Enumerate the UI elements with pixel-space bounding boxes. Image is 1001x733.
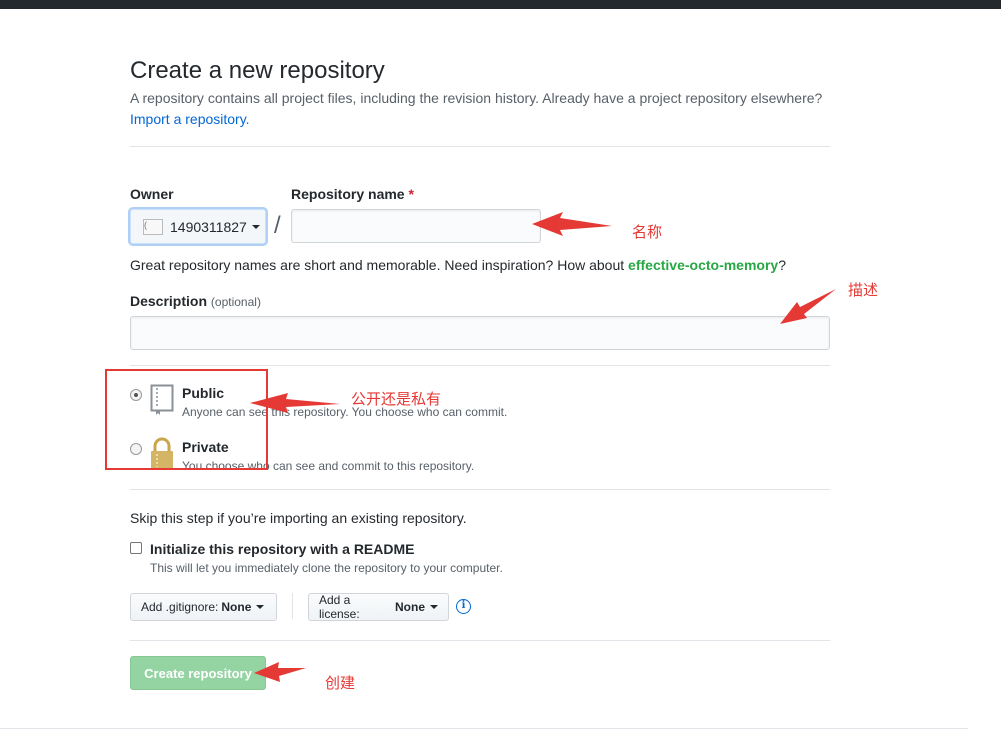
description-input[interactable] xyxy=(130,316,830,350)
gitignore-select-button[interactable]: Add .gitignore: None xyxy=(130,593,277,621)
owner-repo-separator: / xyxy=(274,212,281,239)
page-subtitle: A repository contains all project files,… xyxy=(130,90,823,106)
owner-avatar: ( xyxy=(143,218,163,235)
divider xyxy=(130,146,830,147)
license-value: None xyxy=(395,600,425,614)
annotation-arrows xyxy=(250,212,836,682)
visibility-highlight-box xyxy=(105,369,268,470)
repo-name-label: Repository name * xyxy=(291,186,414,202)
top-header-bar xyxy=(0,0,1001,9)
create-repository-button[interactable]: Create repository xyxy=(130,656,266,690)
repo-name-input[interactable] xyxy=(291,209,541,243)
repo-name-label-text: Repository name xyxy=(291,186,405,202)
license-select-button[interactable]: Add a license: None xyxy=(308,593,449,621)
arrow-to-name-field xyxy=(532,212,612,236)
vertical-divider xyxy=(292,593,293,619)
license-label: Add a license: xyxy=(319,593,360,621)
gitignore-label: Add .gitignore: xyxy=(141,600,219,614)
chevron-down-icon xyxy=(256,605,265,609)
required-mark: * xyxy=(408,186,414,202)
readme-label: Initialize this repository with a README xyxy=(150,541,415,557)
readme-checkbox[interactable] xyxy=(130,542,142,554)
readme-note: This will let you immediately clone the … xyxy=(150,561,503,575)
hint-suffix: ? xyxy=(778,257,786,273)
divider xyxy=(130,365,830,366)
annotation-visibility: 公开还是私有 xyxy=(351,391,442,408)
import-repository-link[interactable]: Import a repository. xyxy=(130,111,250,127)
hint-prefix: Great repository names are short and mem… xyxy=(130,257,629,273)
gitignore-value: None xyxy=(221,600,252,614)
annotation-description: 描述 xyxy=(848,282,879,299)
divider xyxy=(130,640,830,641)
divider xyxy=(130,489,830,490)
annotation-name: 名称 xyxy=(632,224,663,241)
annotation-create: 创建 xyxy=(325,675,356,692)
repo-name-hint: Great repository names are short and mem… xyxy=(130,257,786,273)
chevron-down-icon xyxy=(251,224,260,229)
skip-step-text: Skip this step if you’re importing an ex… xyxy=(130,510,467,526)
owner-value: 1490311827 xyxy=(170,218,247,235)
name-suggestion[interactable]: effective-octo-memory xyxy=(628,257,778,273)
info-icon[interactable]: i xyxy=(456,599,471,614)
chevron-down-icon xyxy=(430,605,438,609)
owner-label: Owner xyxy=(130,186,174,202)
description-optional: (optional) xyxy=(210,295,261,309)
description-label: Description (optional) xyxy=(130,293,261,309)
footer-divider xyxy=(0,728,968,729)
owner-select-button[interactable]: ( 1490311827 xyxy=(130,209,266,244)
page-title: Create a new repository xyxy=(130,57,385,84)
description-label-text: Description xyxy=(130,293,208,309)
